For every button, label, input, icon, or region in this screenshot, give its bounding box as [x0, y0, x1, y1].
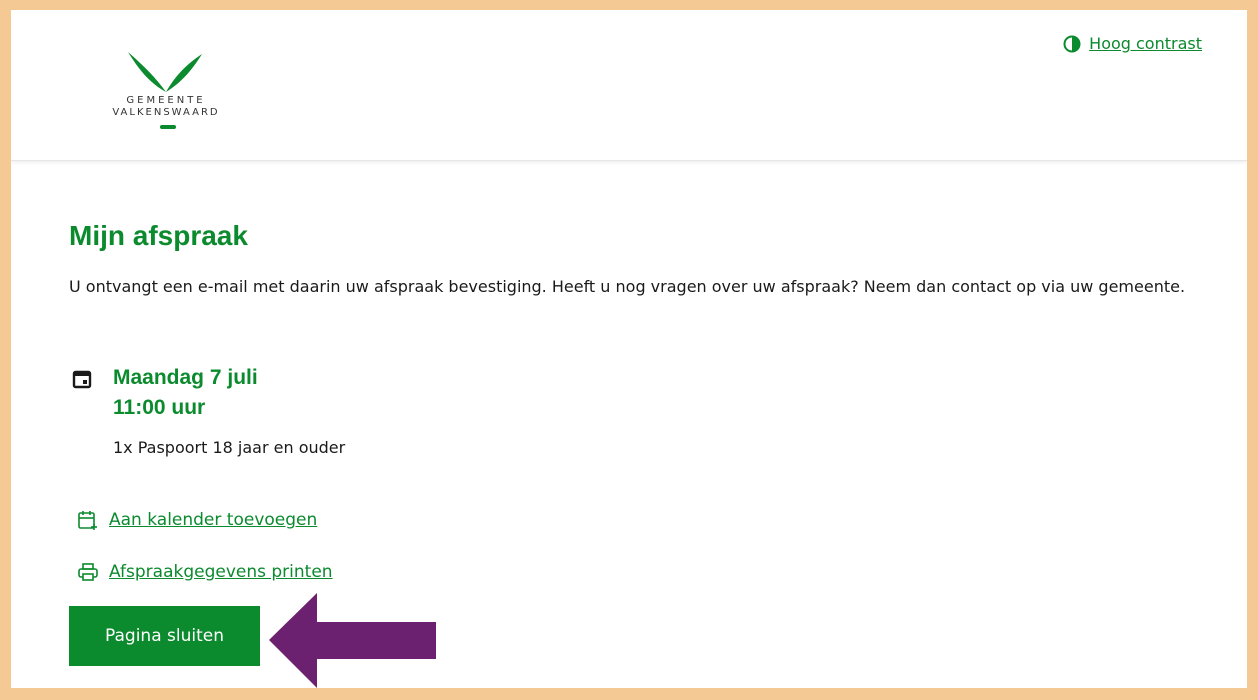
calendar-icon: [72, 370, 92, 389]
add-to-calendar-label: Aan kalender toevoegen: [109, 510, 318, 530]
logo-text-line1: GEMEENTE: [126, 95, 206, 106]
annotation-arrow-icon: [269, 593, 436, 688]
site-header: GEMEENTE VALKENSWAARD Hoog contrast: [11, 10, 1247, 161]
high-contrast-label: Hoog contrast: [1089, 34, 1202, 53]
logo-leaves-icon: [128, 52, 202, 92]
logo-dash: [160, 125, 176, 129]
intro-text: U ontvangt een e-mail met daarin uw afsp…: [69, 277, 1186, 296]
logo-text-line2: VALKENSWAARD: [112, 107, 220, 118]
calendar-add-icon: [78, 511, 97, 530]
print-appointment-link[interactable]: Afspraakgegevens printen: [77, 561, 333, 583]
appointment-date: Maandag 7 juli: [113, 366, 258, 389]
gemeente-logo[interactable]: GEMEENTE VALKENSWAARD: [76, 50, 256, 140]
print-appointment-label: Afspraakgegevens printen: [109, 562, 333, 582]
appointment-content: Mijn afspraak U ontvangt een e-mail met …: [69, 220, 1219, 666]
appointment-time: 11:00 uur: [113, 396, 206, 419]
appointment-product: 1x Paspoort 18 jaar en ouder: [113, 438, 346, 457]
add-to-calendar-link[interactable]: Aan kalender toevoegen: [77, 509, 317, 531]
close-page-button[interactable]: Pagina sluiten: [69, 606, 260, 666]
contrast-icon: [1063, 35, 1081, 52]
high-contrast-link[interactable]: Hoog contrast: [1063, 34, 1202, 53]
printer-icon: [78, 563, 98, 581]
page-frame: GEMEENTE VALKENSWAARD Hoog contrast Mijn…: [11, 10, 1247, 688]
page-title: Mijn afspraak: [69, 220, 248, 251]
